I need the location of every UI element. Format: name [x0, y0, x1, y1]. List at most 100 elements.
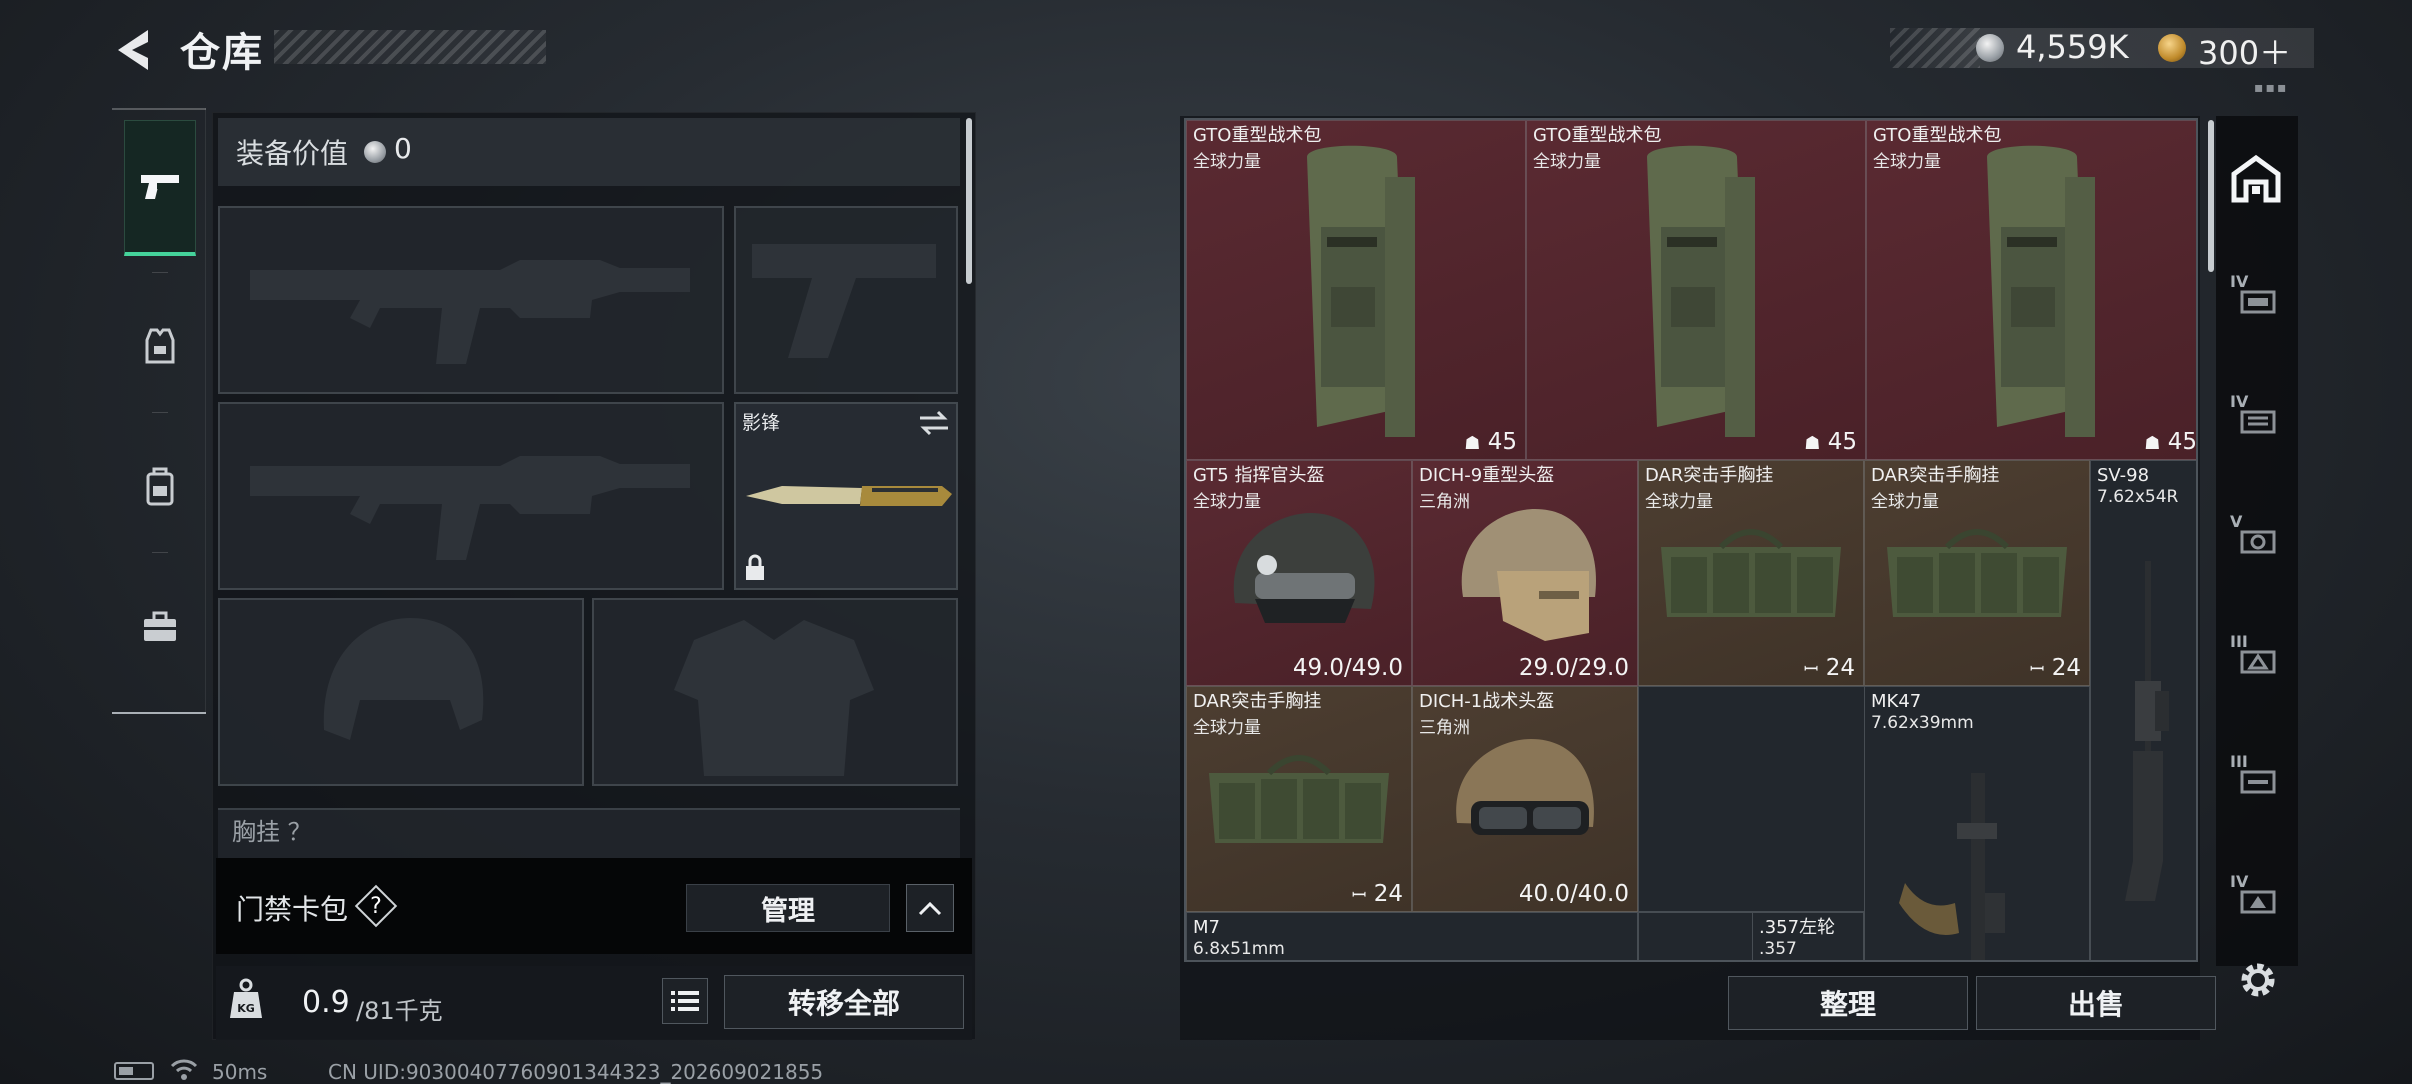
item-capacity: ☗ 45 — [2144, 429, 2196, 455]
knife-icon — [746, 486, 952, 506]
equipment-value-amount: 0 — [394, 132, 412, 165]
category-tab[interactable] — [2224, 866, 2288, 930]
battery-icon — [114, 1062, 154, 1080]
silver-coin-icon — [364, 141, 386, 163]
ping-readout: 50ms — [212, 1060, 268, 1084]
category-tab[interactable] — [2224, 626, 2288, 690]
storage-scrollbar[interactable] — [2208, 120, 2214, 272]
item-capacity-value: 24 — [1373, 881, 1403, 907]
pistol-icon — [141, 174, 179, 199]
backpack-capacity-icon: ☗ — [2144, 433, 2161, 454]
storage-item[interactable]: M7 6.8x51mm — [1186, 912, 1638, 960]
toolbox-icon — [144, 611, 176, 641]
item-name: DAR突击手胸挂 — [1193, 691, 1322, 712]
loadout-scrollbar[interactable] — [966, 118, 972, 284]
storage-item[interactable]: MK47 7.62x39mm — [1864, 686, 2090, 960]
item-durability: 29.0/29.0 — [1518, 655, 1629, 681]
list-icon — [671, 991, 699, 1011]
silver-coin-icon — [1976, 34, 2004, 62]
chest-rig-slot-header[interactable] — [218, 808, 960, 858]
collapse-button[interactable] — [906, 884, 954, 932]
storage-item[interactable]: GTO重型战术包 全球力量 ☗ 45 — [1866, 120, 2196, 460]
item-capacity-value: 45 — [1827, 429, 1857, 455]
rifle-silhouette-icon — [250, 260, 690, 364]
storage-item[interactable]: SV-98 7.62x54R — [2090, 460, 2196, 960]
rail-item-backpack[interactable] — [124, 420, 196, 552]
storage-item[interactable]: GTO重型战术包 全球力量 ☗ 45 — [1526, 120, 1866, 460]
swap-icon[interactable] — [918, 410, 950, 436]
item-capacity: ꟷ 24 — [1352, 881, 1403, 907]
primary-weapon-slot[interactable] — [218, 206, 724, 394]
backpack-capacity-icon: ☗ — [1804, 433, 1821, 454]
gold-coin-icon — [2158, 34, 2186, 62]
item-caliber: 7.62x39mm — [1871, 713, 1974, 733]
melee-name: 影锋 — [742, 412, 781, 434]
storage-tab-icon — [2240, 290, 2276, 314]
storage-item[interactable]: GT5 指挥官头盔 全球力量 49.0/49.0 — [1186, 460, 1412, 686]
item-caliber: 7.62x54R — [2097, 487, 2179, 507]
melee-slot[interactable]: 影锋 — [734, 402, 958, 590]
weight-kg-icon: KG — [230, 978, 262, 1018]
item-capacity-value: 24 — [2051, 655, 2081, 681]
rail-top-divider — [112, 108, 206, 110]
item-durability: 40.0/40.0 — [1518, 881, 1629, 907]
chest-rig-slot-label: 胸挂 ？ — [232, 818, 312, 846]
storage-tab-icon — [2240, 770, 2276, 794]
rail-item-vest[interactable] — [124, 280, 196, 412]
help-icon[interactable]: ? — [358, 888, 394, 924]
helmet-image — [1461, 509, 1596, 641]
rail-item-weapons[interactable] — [124, 120, 196, 256]
item-capacity: ☗ 45 — [1804, 429, 1857, 455]
weight-current: 0.9 — [302, 985, 350, 1020]
back-button[interactable] — [108, 22, 160, 78]
storage-item[interactable]: GTO重型战术包 全球力量 ☗ 45 — [1186, 120, 1526, 460]
sell-button[interactable]: 出售 — [1976, 976, 2216, 1030]
manage-button[interactable]: 管理 — [686, 884, 890, 932]
category-tab[interactable] — [2224, 266, 2288, 330]
storage-tab-icon — [2240, 530, 2276, 554]
gold-currency-amount[interactable]: 300＋ — [2198, 28, 2291, 74]
page-title: 仓库 — [180, 30, 264, 76]
category-tab[interactable] — [2224, 386, 2288, 450]
storage-tab-icon — [2240, 410, 2276, 434]
item-durability: 49.0/49.0 — [1292, 655, 1403, 681]
storage-tab-icon — [2240, 650, 2276, 674]
backpack-image — [1987, 145, 2095, 437]
item-name: .357左轮 — [1759, 917, 1836, 938]
item-name: DAR突击手胸挂 — [1645, 465, 1774, 486]
category-tab-main[interactable] — [2224, 146, 2288, 210]
weight-icon-text: KG — [237, 1002, 255, 1015]
storage-item[interactable]: DAR突击手胸挂 全球力量 ꟷ 24 — [1864, 460, 2090, 686]
rail-separator — [152, 272, 168, 273]
item-capacity: ☗ 45 — [1464, 429, 1517, 455]
settings-gear-icon[interactable] — [2234, 956, 2282, 1004]
chest-rig-image — [1661, 529, 1841, 617]
rail-separator — [152, 552, 168, 553]
storage-item[interactable]: .357左轮 .357 — [1752, 912, 1864, 960]
category-tab[interactable] — [2224, 506, 2288, 570]
storage-grid: GTO重型战术包 全球力量 ☗ 45 GTO重型战术包 全球力量 ☗ 45 GT… — [1184, 118, 2198, 962]
vest-icon — [145, 328, 175, 364]
back-arrow-icon — [118, 30, 148, 70]
rig-capacity-icon: ꟷ — [2029, 659, 2045, 680]
sort-button[interactable]: 整理 — [1728, 976, 1968, 1030]
storage-item[interactable]: DAR突击手胸挂 全球力量 ꟷ 24 — [1186, 686, 1412, 912]
sidearm-slot[interactable] — [734, 206, 958, 394]
secondary-weapon-slot[interactable] — [218, 402, 724, 590]
armor-slot[interactable] — [592, 598, 958, 786]
transfer-all-button[interactable]: 转移全部 — [724, 975, 964, 1029]
silver-currency-amount[interactable]: 4,559K — [2016, 28, 2129, 66]
item-faction: 全球力量 — [1533, 152, 1601, 172]
storage-item[interactable]: DAR突击手胸挂 全球力量 ꟷ 24 — [1638, 460, 1864, 686]
list-view-button[interactable] — [662, 978, 708, 1024]
category-tab[interactable] — [2224, 746, 2288, 810]
helmet-image — [1233, 513, 1375, 623]
storage-item[interactable]: DICH-9重型头盔 三角洲 29.0/29.0 — [1412, 460, 1638, 686]
rail-item-toolbox[interactable] — [124, 560, 196, 692]
helmet-slot[interactable] — [218, 598, 584, 786]
item-caliber: 6.8x51mm — [1193, 939, 1285, 959]
item-faction: 全球力量 — [1871, 492, 1939, 512]
item-name: MK47 — [1871, 691, 1922, 712]
item-faction: 全球力量 — [1193, 718, 1261, 738]
storage-item[interactable]: DICH-1战术头盔 三角洲 40.0/40.0 — [1412, 686, 1638, 912]
